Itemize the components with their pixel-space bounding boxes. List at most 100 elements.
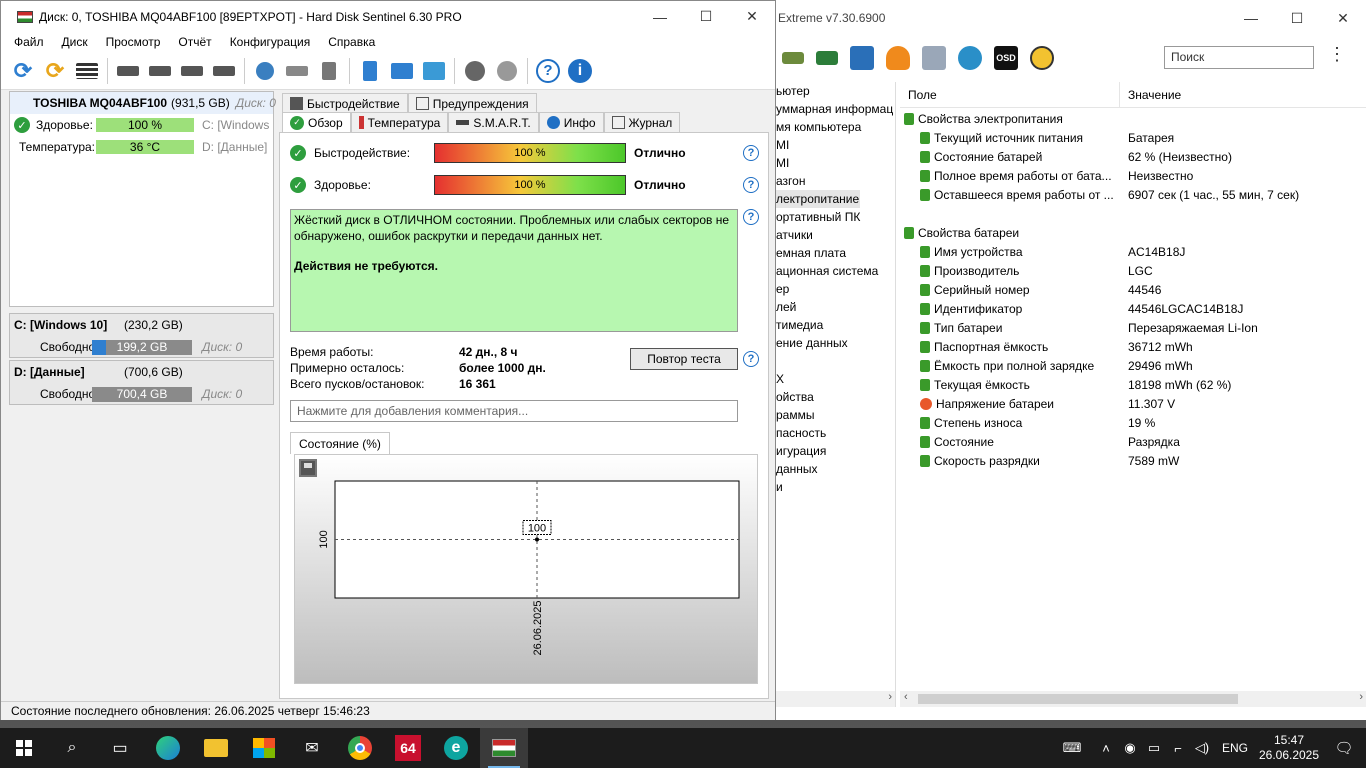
hds-icon[interactable] [480, 728, 528, 768]
task-view-icon[interactable]: ▭ [96, 728, 144, 768]
comment-input[interactable]: Нажмите для добавления комментария... [290, 400, 738, 422]
tree-item[interactable]: ер [776, 280, 895, 298]
tree-item[interactable]: уммарная информац [776, 100, 895, 118]
notification-icon[interactable]: 🗨 [1322, 739, 1366, 757]
tab-log[interactable]: Журнал [603, 112, 681, 132]
table-row[interactable]: Текущий источник питания Батарея [900, 129, 1366, 148]
edge-icon[interactable] [144, 728, 192, 768]
menu-view[interactable]: Просмотр [97, 35, 170, 49]
table-row[interactable]: Степень износа 19 % [900, 414, 1366, 433]
column-value-header[interactable]: Значение [1120, 82, 1181, 107]
disk-clock-icon[interactable] [148, 59, 172, 83]
network-icon[interactable] [850, 46, 874, 70]
disk-check-icon[interactable] [180, 59, 204, 83]
hardware-icon[interactable]: ◉ [1118, 740, 1142, 756]
tab-temperature[interactable]: Температура [350, 112, 449, 132]
table-row[interactable]: Серийный номер 44546 [900, 281, 1366, 300]
table-row[interactable]: Напряжение батареи 11.307 V [900, 395, 1366, 414]
network-icon[interactable]: ⌐ [1166, 741, 1190, 756]
table-row[interactable]: Текущая ёмкость 18198 mWh (62 %) [900, 376, 1366, 395]
group-header[interactable]: Свойства электропитания [900, 110, 1366, 129]
mail-icon[interactable] [390, 59, 414, 83]
retest-button[interactable]: Повтор теста [630, 348, 738, 370]
tree-item[interactable]: X [776, 370, 895, 388]
table-row[interactable]: Идентификатор 44546LGCAC14B18J [900, 300, 1366, 319]
table-row[interactable]: Полное время работы от бата... Неизвестно [900, 167, 1366, 186]
tab-overview[interactable]: ✓ Обзор [282, 112, 351, 132]
network-report-icon[interactable] [422, 59, 446, 83]
disk-entry[interactable]: TOSHIBA MQ04ABF100 (931,5 GB) Диск: 0 [10, 92, 276, 114]
mail-icon[interactable]: ✉ [288, 728, 336, 768]
e-icon[interactable]: e [432, 728, 480, 768]
start-button[interactable] [0, 728, 48, 768]
minimize-button[interactable]: — [637, 0, 683, 35]
report-icon[interactable] [358, 59, 382, 83]
tree-item[interactable]: емная плата [776, 244, 895, 262]
more-menu-icon[interactable]: ⋮ [1328, 44, 1346, 65]
tree-item[interactable]: раммы [776, 406, 895, 424]
tree-item[interactable]: тимедиа [776, 316, 895, 334]
table-row[interactable]: Состояние Разрядка [900, 433, 1366, 452]
menu-disk[interactable]: Диск [53, 35, 97, 49]
group-header[interactable]: Свойства батареи [900, 224, 1366, 243]
usb-drive-icon[interactable] [317, 59, 341, 83]
disk-search-icon[interactable] [212, 59, 236, 83]
minimize-button[interactable]: — [1228, 0, 1274, 36]
tab-info[interactable]: Инфо [538, 112, 604, 132]
volume-icon[interactable]: ◁) [1190, 740, 1214, 756]
maximize-button[interactable]: ☐ [1274, 0, 1320, 36]
info-icon[interactable]: i [568, 58, 592, 83]
chrome-icon[interactable] [336, 728, 384, 768]
tab-performance[interactable]: Быстродействие [282, 93, 408, 113]
table-row[interactable]: Тип батареи Перезаряжаемая Li-Ion [900, 319, 1366, 338]
tree-item[interactable]: ортативный ПК [776, 208, 895, 226]
clock[interactable]: 15:47 26.06.2025 [1256, 733, 1322, 763]
settings-gear-icon[interactable] [463, 59, 487, 83]
chevron-up-icon[interactable]: ˄ [1094, 741, 1118, 756]
search-input[interactable]: Поиск [1164, 46, 1314, 69]
report-icon[interactable] [922, 46, 946, 70]
tree-item[interactable] [776, 352, 895, 370]
store-icon[interactable] [240, 728, 288, 768]
refresh-warning-icon[interactable]: ⟳ [43, 58, 67, 83]
tab-health-chart[interactable]: Состояние (%) [290, 432, 390, 454]
tree-item[interactable]: данных [776, 460, 895, 478]
tree-horizontal-scrollbar[interactable]: › [776, 691, 895, 707]
memory-module-icon[interactable] [816, 51, 838, 65]
tree-item[interactable]: MI [776, 154, 895, 172]
column-field-header[interactable]: Поле [900, 82, 1120, 107]
keyboard-icon[interactable]: ⌨ [1060, 740, 1084, 756]
menu-config[interactable]: Конфигурация [221, 35, 320, 49]
refresh-icon[interactable]: ⟳ [11, 58, 35, 83]
tree-item[interactable]: ационная система [776, 262, 895, 280]
table-row[interactable]: Паспортная ёмкость 36712 mWh [900, 338, 1366, 357]
menu-report[interactable]: Отчёт [169, 35, 220, 49]
table-row[interactable]: Скорость разрядки 7589 mW [900, 452, 1366, 471]
explorer-icon[interactable] [192, 728, 240, 768]
help-icon[interactable]: ? [743, 177, 759, 193]
search-icon[interactable]: ⌕ [48, 728, 96, 768]
scrollbar-thumb[interactable] [918, 694, 1238, 704]
table-row[interactable]: Производитель LGC [900, 262, 1366, 281]
help-icon[interactable]: ? [743, 209, 759, 225]
close-button[interactable]: ✕ [729, 0, 775, 35]
disk-test-icon[interactable] [116, 59, 140, 83]
tree-item[interactable]: ьютер [776, 82, 895, 100]
volume-c[interactable]: C: [Windows 10] (230,2 GB) Свободно 199,2… [9, 313, 274, 358]
flame-icon[interactable] [886, 46, 910, 70]
table-row[interactable]: Ёмкость при полной зарядке 29496 mWh [900, 357, 1366, 376]
tab-smart[interactable]: S.M.A.R.T. [448, 112, 539, 132]
table-row[interactable]: Имя устройства AC14B18J [900, 243, 1366, 262]
user-icon[interactable] [958, 46, 982, 70]
close-button[interactable]: ✕ [1320, 0, 1366, 36]
help-icon[interactable]: ? [536, 58, 560, 83]
tree-item[interactable]: лей [776, 298, 895, 316]
disk-list-icon[interactable] [75, 59, 99, 83]
maximize-button[interactable]: ☐ [683, 0, 729, 35]
sound-icon[interactable] [495, 59, 519, 83]
help-icon[interactable]: ? [743, 351, 759, 367]
tree-item[interactable]: пасность [776, 424, 895, 442]
aida64-icon[interactable]: 64 [384, 728, 432, 768]
table-row[interactable]: Состояние батарей 62 % (Неизвестно) [900, 148, 1366, 167]
ram-icon[interactable] [782, 52, 804, 64]
